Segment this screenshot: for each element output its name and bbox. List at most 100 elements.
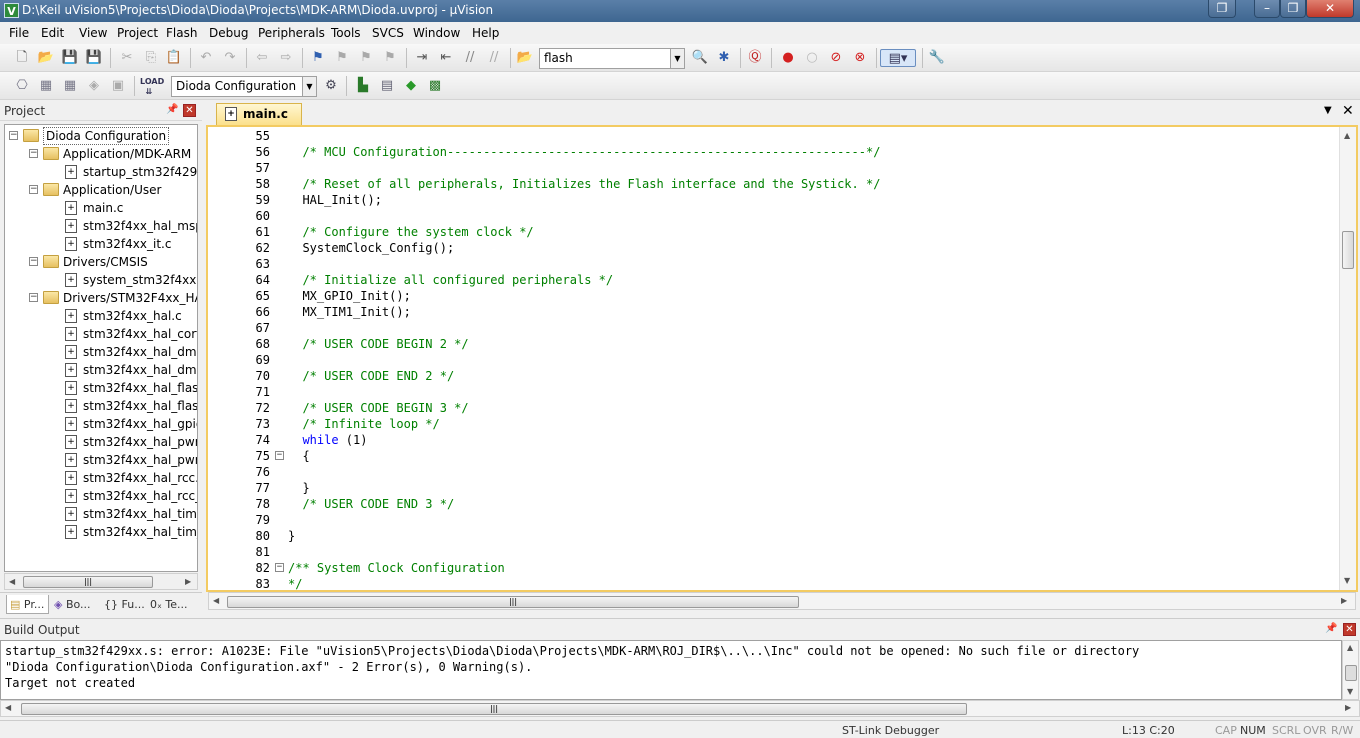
tree-group[interactable]: − Drivers/CMSIS <box>5 253 197 271</box>
breakpoint-disable-all-icon[interactable]: ⊘ <box>827 49 845 67</box>
menu-svcs[interactable]: SVCS <box>372 26 404 40</box>
tree-root-project[interactable]: − Dioda Configuration <box>5 127 197 145</box>
tree-horizontal-scrollbar[interactable]: ◀ ||| ▶ <box>4 573 198 590</box>
find-icon[interactable]: 🔍 <box>691 49 709 67</box>
code-horizontal-scrollbar[interactable]: ◀ ||| ▶ <box>208 592 1356 610</box>
menu-edit[interactable]: Edit <box>41 26 64 40</box>
translate-icon[interactable]: ⎔ <box>13 77 31 95</box>
code-editor[interactable]: 55 56 /* MCU Configuration---------------… <box>206 125 1358 592</box>
tree-scroll-thumb[interactable]: ||| <box>23 576 153 588</box>
indent-icon[interactable]: ⇥ <box>413 49 431 67</box>
tab-project[interactable]: ▤ Pr... <box>6 595 50 614</box>
rebuild-icon[interactable]: ▦ <box>61 77 79 95</box>
pack-installer-icon[interactable]: ◆ <box>402 77 420 95</box>
unindent-icon[interactable]: ⇤ <box>437 49 455 67</box>
tab-list-dropdown-icon[interactable]: ▼ <box>1324 105 1332 116</box>
open-file-icon[interactable]: 📂 <box>37 49 55 67</box>
close-tab-icon[interactable]: ✕ <box>1342 103 1354 119</box>
window-restore-icon[interactable]: ❐ <box>1208 0 1236 18</box>
menu-tools[interactable]: Tools <box>331 26 361 40</box>
tree-file[interactable]: + stm32f4xx_hal_pwr_ex <box>5 451 197 469</box>
menu-peripherals[interactable]: Peripherals <box>258 26 325 40</box>
menu-project[interactable]: Project <box>117 26 158 40</box>
menu-flash[interactable]: Flash <box>166 26 197 40</box>
target-combo[interactable]: Dioda Configuration ▼ <box>171 76 317 97</box>
bookmark-clear-icon[interactable]: ⚑ <box>381 49 399 67</box>
menu-debug[interactable]: Debug <box>209 26 248 40</box>
tree-file[interactable]: + stm32f4xx_hal_rcc.c <box>5 469 197 487</box>
target-options-icon[interactable]: ⚙ <box>322 77 340 95</box>
chevron-down-icon[interactable]: ▼ <box>302 77 316 96</box>
scroll-up-icon[interactable]: ▲ <box>1347 643 1353 652</box>
collapse-icon[interactable]: − <box>29 257 38 266</box>
build-output-text[interactable]: startup_stm32f429xx.s: error: A1023E: Fi… <box>0 640 1342 700</box>
scroll-left-icon[interactable]: ◀ <box>5 703 11 712</box>
fold-toggle-icon[interactable]: − <box>275 451 284 460</box>
tree-file[interactable]: + stm32f4xx_hal_cortex. <box>5 325 197 343</box>
menu-help[interactable]: Help <box>472 26 499 40</box>
menu-view[interactable]: View <box>79 26 107 40</box>
bookmark-prev-icon[interactable]: ⚑ <box>333 49 351 67</box>
uncomment-icon[interactable]: // <box>485 49 503 67</box>
tree-file[interactable]: + stm32f4xx_hal_dma_e <box>5 361 197 379</box>
menu-file[interactable]: File <box>9 26 29 40</box>
collapse-icon[interactable]: − <box>29 293 38 302</box>
select-packs-icon[interactable]: ▤ <box>378 77 396 95</box>
tree-group[interactable]: − Application/User <box>5 181 197 199</box>
bookmark-toggle-icon[interactable]: ⚑ <box>309 49 327 67</box>
manage-project-items-icon[interactable]: ▙ <box>354 77 372 95</box>
stop-build-icon[interactable]: ▣ <box>109 77 127 95</box>
find-in-files-icon[interactable]: 📂 <box>516 49 534 67</box>
scroll-right-icon[interactable]: ▶ <box>185 577 191 586</box>
scroll-up-icon[interactable]: ▲ <box>1344 131 1350 140</box>
menu-window[interactable]: Window <box>413 26 460 40</box>
new-file-icon[interactable]: 🗋 <box>13 49 31 67</box>
undo-icon[interactable]: ↶ <box>197 49 215 67</box>
code-vertical-scrollbar[interactable]: ▲ ▼ <box>1339 127 1356 590</box>
pin-icon[interactable]: 📌 <box>166 104 178 115</box>
configure-tools-icon[interactable]: 🔧 <box>928 49 946 67</box>
tree-file[interactable]: + stm32f4xx_it.c <box>5 235 197 253</box>
redo-icon[interactable]: ↷ <box>221 49 239 67</box>
tree-file[interactable]: + main.c <box>5 199 197 217</box>
fold-toggle-icon[interactable]: − <box>275 563 284 572</box>
code-vscroll-thumb[interactable] <box>1342 231 1354 269</box>
comment-icon[interactable]: // <box>461 49 479 67</box>
tab-main-c[interactable]: + main.c <box>216 103 302 125</box>
tree-file[interactable]: + stm32f4xx_hal_tim.c <box>5 505 197 523</box>
minimize-button[interactable]: – <box>1254 0 1280 18</box>
tree-file[interactable]: + startup_stm32f429xx.s <box>5 163 197 181</box>
bookmark-next-icon[interactable]: ⚑ <box>357 49 375 67</box>
build-horizontal-scrollbar[interactable]: ◀ ||| ▶ <box>0 700 1360 717</box>
tree-file[interactable]: + stm32f4xx_hal.c <box>5 307 197 325</box>
tab-functions[interactable]: {} Fu... <box>104 595 145 614</box>
tree-file[interactable]: + system_stm32f4xx.c <box>5 271 197 289</box>
chevron-down-icon[interactable]: ▼ <box>670 49 684 68</box>
close-button[interactable]: ✕ <box>1306 0 1354 18</box>
collapse-icon[interactable]: − <box>29 185 38 194</box>
load-download-icon[interactable]: LOAD ⇊ <box>140 77 164 96</box>
nav-back-icon[interactable]: ⇦ <box>253 49 271 67</box>
incremental-find-icon[interactable]: ✱ <box>715 49 733 67</box>
collapse-icon[interactable]: − <box>29 149 38 158</box>
copy-icon[interactable]: ⎘ <box>142 49 160 67</box>
scroll-left-icon[interactable]: ◀ <box>9 577 15 586</box>
tab-templates[interactable]: 0ₓ Te... <box>150 595 188 614</box>
find-combo[interactable]: flash ▼ <box>539 48 685 69</box>
debug-session-icon[interactable]: Ⓠ <box>746 49 764 67</box>
close-icon[interactable]: ✕ <box>1343 623 1356 636</box>
paste-icon[interactable]: 📋 <box>165 49 183 67</box>
tree-file[interactable]: + stm32f4xx_hal_flash.c <box>5 379 197 397</box>
close-icon[interactable]: ✕ <box>183 104 196 117</box>
pin-icon[interactable]: 📌 <box>1325 623 1337 634</box>
scroll-left-icon[interactable]: ◀ <box>213 596 219 605</box>
tree-group[interactable]: − Application/MDK-ARM <box>5 145 197 163</box>
tree-file[interactable]: + stm32f4xx_hal_rcc_ex. <box>5 487 197 505</box>
manage-rte-icon[interactable]: ▩ <box>426 77 444 95</box>
breakpoint-enable-icon[interactable]: ○ <box>803 49 821 67</box>
tree-file[interactable]: + stm32f4xx_hal_gpio.c <box>5 415 197 433</box>
scroll-right-icon[interactable]: ▶ <box>1341 596 1347 605</box>
tree-file[interactable]: + stm32f4xx_hal_dma.c <box>5 343 197 361</box>
scroll-down-icon[interactable]: ▼ <box>1344 576 1350 585</box>
tree-file[interactable]: + stm32f4xx_hal_tim_ex <box>5 523 197 541</box>
